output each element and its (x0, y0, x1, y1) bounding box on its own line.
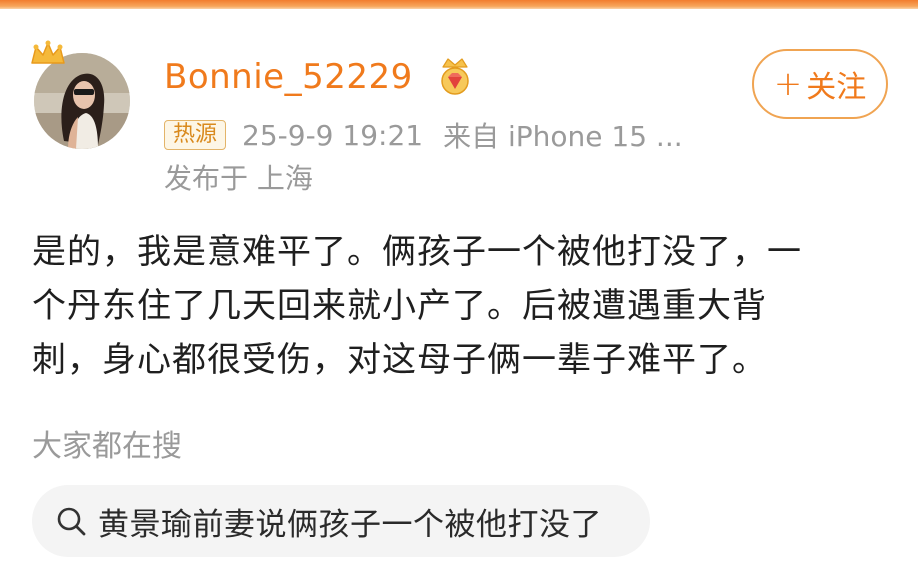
post-body-line: 刺，身心都很受伤，对这母子俩一辈子难平了。 (32, 340, 767, 380)
post-timestamp: 25-9-9 19:21 (242, 118, 424, 152)
follow-button-label: 关注 (806, 70, 867, 105)
source-tag: 热源 (164, 120, 227, 150)
crown-icon (31, 40, 65, 64)
post-device: 来自 iPhone 15 ... (443, 120, 683, 153)
post-card: Bonnie_52229 热源 25-9-9 19:21 来自 iPhone 1… (0, 9, 918, 580)
hot-search-query: 黄景瑜前妻说俩孩子一个被他打没了 (98, 506, 602, 543)
top-accent-strip (0, 0, 918, 9)
plus-icon: + (773, 64, 803, 104)
post-body-line: 是的，我是意难平了。俩孩子一个被他打没了，一 (32, 232, 802, 272)
follow-button[interactable]: + 关注 (752, 49, 888, 119)
vip-medal-icon[interactable] (437, 57, 473, 97)
hot-search-chip[interactable]: 黄景瑜前妻说俩孩子一个被他打没了 (32, 485, 650, 557)
username[interactable]: Bonnie_52229 (164, 57, 413, 97)
search-icon (57, 507, 86, 536)
post-body-line: 个丹东住了几天回来就小产了。后被遭遇重大背 (32, 286, 767, 326)
post-location: 发布于 上海 (164, 162, 313, 195)
weibo-post-page: Bonnie_52229 热源 25-9-9 19:21 来自 iPhone 1… (0, 0, 918, 580)
post-meta-row: 热源 25-9-9 19:21 来自 iPhone 15 ... (164, 117, 683, 153)
hot-search-title: 大家都在搜 (32, 429, 182, 464)
avatar-container[interactable] (28, 39, 134, 149)
post-body: 是的，我是意难平了。俩孩子一个被他打没了，一 个丹东住了几天回来就小产了。后被遭… (32, 225, 892, 387)
